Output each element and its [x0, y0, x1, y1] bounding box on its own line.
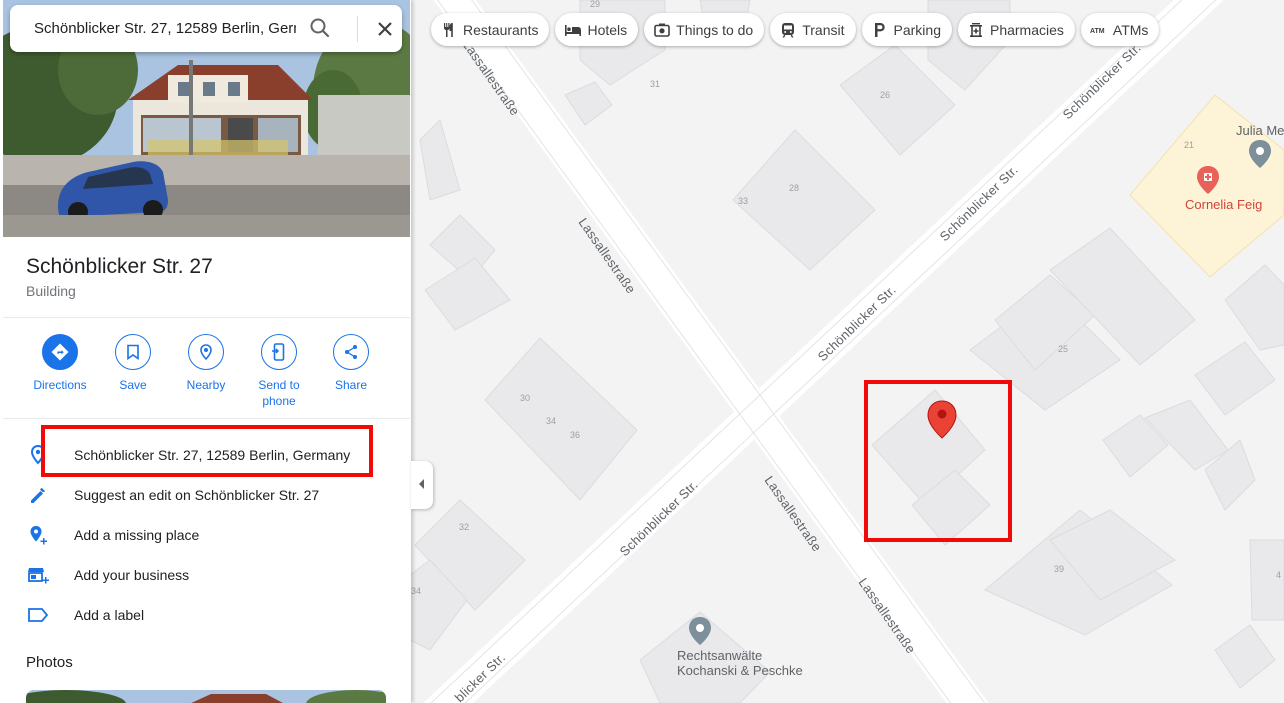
send-to-phone-label: Send to phone	[258, 378, 300, 408]
add-place-icon	[26, 523, 50, 547]
save-label: Save	[119, 378, 147, 392]
building-number: 21	[1184, 140, 1194, 150]
label-icon	[26, 603, 50, 627]
place-details-panel: Schönblicker Str. 27, 12589 Berlin, Germ…	[0, 0, 411, 703]
fork-knife-icon	[440, 21, 458, 39]
suggest-edit-text: Suggest an edit on Schönblicker Str. 27	[74, 487, 320, 503]
chip-label: Restaurants	[463, 21, 539, 38]
building-number: 25	[1058, 344, 1068, 354]
share-icon	[333, 334, 369, 370]
atm-icon: ATM	[1090, 21, 1108, 39]
chip-transit[interactable]: Transit	[770, 13, 856, 46]
send-to-phone-icon	[261, 334, 297, 370]
suggest-edit-row[interactable]: Suggest an edit on Schönblicker Str. 27	[0, 474, 411, 514]
svg-text:ATM: ATM	[1090, 28, 1105, 35]
bed-icon	[564, 21, 582, 39]
road-label-schoenblicker-2: Schönblicker Str.	[937, 162, 1021, 244]
send-to-phone-button[interactable]: Send to phone	[243, 334, 315, 409]
parking-icon	[871, 21, 889, 39]
building-number: 4	[1276, 570, 1281, 580]
save-button[interactable]: Save	[97, 334, 169, 393]
add-missing-place-text: Add a missing place	[74, 527, 200, 543]
building-number: 29	[590, 0, 600, 9]
poi-label-rechtsanwaelte: Rechtsanwälte	[677, 648, 762, 663]
chip-label: Parking	[893, 21, 941, 38]
directions-label: Directions	[33, 378, 87, 392]
building-number: 34	[546, 416, 556, 426]
building-number: 31	[650, 79, 660, 89]
nearby-label: Nearby	[186, 378, 226, 392]
chip-hotels[interactable]: Hotels	[555, 13, 639, 46]
directions-button[interactable]: Directions	[24, 334, 96, 393]
divider	[3, 317, 410, 318]
nearby-icon	[188, 334, 224, 370]
chip-label: Pharmacies	[989, 21, 1064, 38]
poi-label-julia: Julia Me	[1236, 123, 1284, 138]
add-label-text: Add a label	[74, 607, 145, 623]
place-title: Schönblicker Str. 27	[26, 255, 213, 278]
building-number: 34	[411, 586, 421, 596]
train-icon	[779, 21, 797, 39]
directions-icon	[42, 334, 78, 370]
share-button[interactable]: Share	[315, 334, 387, 393]
close-icon[interactable]	[373, 17, 397, 41]
highlight-box-address	[41, 425, 373, 477]
poi-label-kochanski: Kochanski & Peschke	[677, 663, 803, 678]
search-box[interactable]: Schönblicker Str. 27, 12589 Berlin, Germ…	[10, 5, 402, 52]
chip-pharmacies[interactable]: Pharmacies	[957, 13, 1075, 46]
add-business-row[interactable]: Add your business	[0, 554, 411, 594]
building-number: 33	[738, 196, 748, 206]
category-chips-bar: Restaurants Hotels Things to do Transit …	[431, 13, 1160, 46]
chip-label: ATMs	[1112, 21, 1149, 38]
search-icon[interactable]	[308, 16, 332, 40]
highlight-box-marker	[864, 380, 1012, 542]
chip-label: Hotels	[587, 21, 628, 38]
bookmark-icon	[115, 334, 151, 370]
collapse-panel-button[interactable]	[411, 461, 433, 509]
camera-icon	[653, 21, 671, 39]
search-divider	[357, 16, 358, 42]
poi-label-cornelia: Cornelia Feig	[1185, 197, 1262, 212]
chip-label: Things to do	[676, 21, 754, 38]
add-label-row[interactable]: Add a label	[0, 594, 411, 634]
place-category[interactable]: Building	[26, 283, 76, 299]
nearby-button[interactable]: Nearby	[170, 334, 242, 393]
road-label-schoenblicker-3: Schönblicker Str.	[815, 282, 899, 364]
share-label: Share	[334, 378, 368, 392]
photos-heading: Photos	[26, 654, 73, 671]
photo-thumbnail[interactable]	[26, 690, 386, 703]
chip-parking[interactable]: Parking	[861, 13, 952, 46]
building-number: 39	[1054, 564, 1064, 574]
chip-restaurants[interactable]: Restaurants	[431, 13, 550, 46]
add-business-icon	[26, 563, 50, 587]
pencil-icon	[26, 483, 50, 507]
pharmacy-icon	[967, 21, 985, 39]
search-input[interactable]: Schönblicker Str. 27, 12589 Berlin, Germ…	[34, 20, 296, 37]
add-business-text: Add your business	[74, 567, 190, 583]
add-missing-place-row[interactable]: Add a missing place	[0, 514, 411, 554]
building-number: 36	[570, 430, 580, 440]
building-number: 30	[520, 393, 530, 403]
caret-left-icon	[418, 476, 426, 494]
chip-things-to-do[interactable]: Things to do	[644, 13, 765, 46]
building-number: 32	[459, 522, 469, 532]
building-number: 28	[789, 183, 799, 193]
divider	[3, 418, 410, 419]
chip-label: Transit	[802, 21, 845, 38]
chip-atms[interactable]: ATM ATMs	[1080, 13, 1160, 46]
building-number: 26	[880, 90, 890, 100]
